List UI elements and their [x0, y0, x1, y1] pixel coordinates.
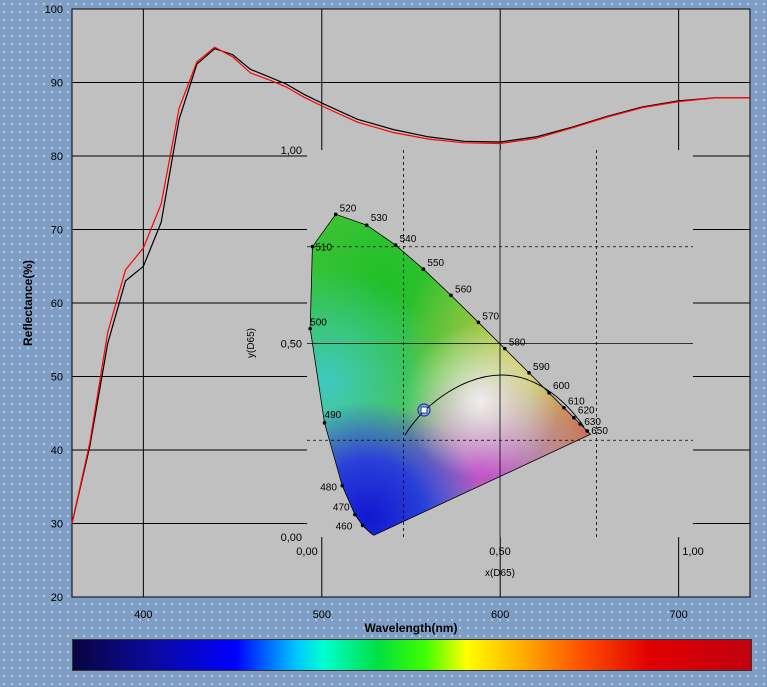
cie-x-tick-label: 0,00: [296, 546, 317, 558]
y-tick-label: 80: [51, 151, 63, 163]
locus-dot: [353, 512, 357, 517]
y-tick-label: 20: [51, 592, 63, 604]
wavelength-label: 560: [455, 284, 472, 295]
wavelength-label: 650: [591, 426, 608, 437]
locus-dot: [562, 405, 566, 410]
wavelength-label: 500: [310, 318, 327, 329]
wavelength-label: 600: [553, 381, 570, 392]
wavelength-label: 550: [427, 258, 444, 269]
cie-x-axis-label: x(D65): [485, 568, 515, 579]
locus-dot: [333, 212, 338, 217]
y-axis-label: Reflectance(%): [21, 260, 35, 346]
x-tick-label: 600: [491, 609, 509, 621]
wavelength-label: 520: [340, 203, 357, 214]
wavelength-label: 580: [509, 338, 526, 349]
cie-x-tick-label: 1,00: [682, 546, 703, 558]
cie-y-axis-label: y(D65): [246, 328, 257, 358]
cie-y-tick-label: 0,00: [281, 532, 302, 544]
locus-dot: [449, 293, 453, 298]
y-tick-label: 60: [51, 298, 63, 310]
locus-dot: [340, 483, 345, 488]
cie-y-tick-label: 1,00: [281, 145, 302, 157]
wavelength-label: 590: [533, 362, 550, 373]
wavelength-label: 470: [333, 503, 350, 514]
x-tick-label: 400: [134, 609, 152, 621]
y-tick-label: 90: [51, 78, 63, 90]
locus-dot: [527, 371, 531, 375]
locus-dot: [476, 320, 481, 325]
cie-y-tick-label: 0,50: [281, 339, 302, 351]
y-tick-label: 30: [51, 519, 63, 531]
x-tick-label: 500: [313, 609, 331, 621]
wavelength-label: 570: [482, 311, 499, 322]
wavelength-label: 540: [400, 234, 417, 245]
y-tick-label: 100: [45, 4, 63, 16]
y-tick-label: 70: [51, 225, 63, 237]
spectrum-color-bar: [72, 639, 752, 671]
locus-dot: [322, 421, 327, 425]
locus-dot: [572, 415, 576, 420]
y-tick-label: 40: [51, 445, 63, 457]
locus-dot: [578, 422, 583, 426]
locus-dot: [421, 267, 426, 271]
cie-chromaticity-inset: 460 470 480 490 500 510 520 530 540 550 560 570 580 5…: [246, 145, 704, 579]
wavelength-label: 460: [336, 522, 353, 533]
locus-dot: [310, 244, 315, 249]
cie-x-tick-label: 0,50: [489, 546, 510, 558]
locus-dot: [547, 391, 551, 395]
locus-dot: [585, 429, 590, 433]
x-axis-label: Wavelength(nm): [365, 621, 458, 635]
wavelength-label: 510: [315, 243, 332, 254]
wavelength-label: 620: [578, 406, 595, 417]
locus-dot: [393, 243, 398, 247]
y-tick-label: 50: [51, 372, 63, 384]
wavelength-label: 490: [325, 410, 342, 421]
wavelength-label: 480: [320, 483, 337, 494]
locus-dot: [360, 523, 365, 528]
wavelength-label: 530: [371, 213, 388, 224]
locus-dot: [503, 346, 507, 351]
x-tick-label: 700: [669, 609, 687, 621]
locus-dot: [364, 223, 369, 227]
